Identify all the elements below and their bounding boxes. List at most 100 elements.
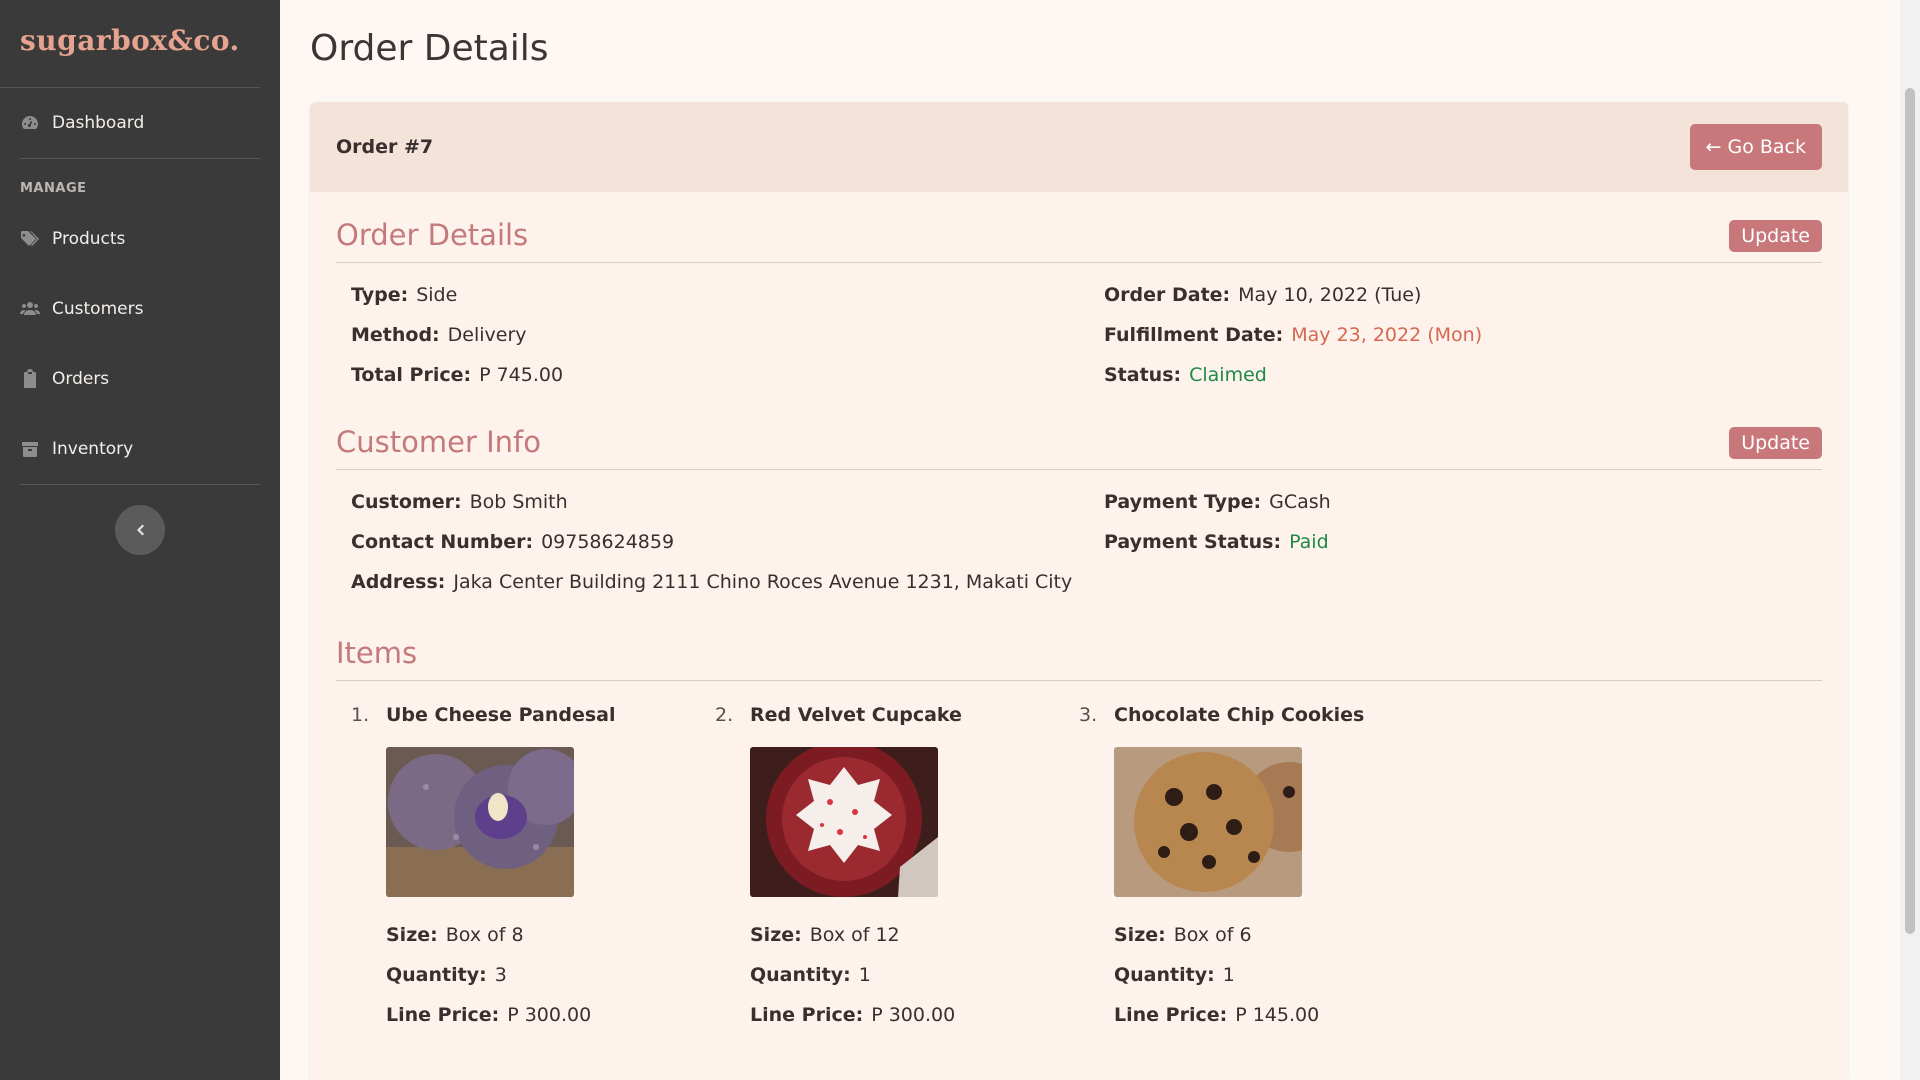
item-quantity: Quantity: 1 bbox=[750, 955, 1079, 995]
sidebar-item-orders[interactable]: Orders bbox=[0, 344, 280, 414]
collapse-wrap bbox=[0, 485, 280, 555]
section-header: Customer Info Update bbox=[336, 425, 1822, 470]
sidebar-item-label: Inventory bbox=[52, 439, 134, 459]
field-label: Size: bbox=[750, 924, 802, 946]
items-section: Items 1. Ube Cheese Pandesal Size: Box o… bbox=[310, 602, 1848, 1035]
item-name: Ube Cheese Pandesal bbox=[386, 704, 616, 726]
item-index: 3. bbox=[1079, 704, 1098, 726]
field-label: Size: bbox=[1114, 924, 1166, 946]
box-icon bbox=[20, 439, 40, 459]
field-value: P 745.00 bbox=[479, 364, 564, 386]
field-label: Order Date: bbox=[1104, 284, 1231, 306]
customer-info-section: Customer Info Update Customer: Bob Smith … bbox=[310, 395, 1848, 602]
field-value: P 300.00 bbox=[871, 1004, 956, 1026]
field-value: Bob Smith bbox=[469, 491, 568, 513]
item-line-price: Line Price: P 145.00 bbox=[1114, 995, 1443, 1035]
item-details: Size: Box of 8 Quantity: 3 Line Price: P 30… bbox=[351, 915, 715, 1035]
customer-field: Customer: Bob Smith bbox=[351, 482, 1104, 522]
order-card: Order #7 ← Go Back Order Details Update … bbox=[310, 102, 1848, 1080]
main-content: Order Details Order #7 ← Go Back Order D… bbox=[280, 0, 1900, 1080]
item-index: 2. bbox=[715, 704, 734, 726]
field-value: GCash bbox=[1269, 491, 1331, 513]
update-customer-button[interactable]: Update bbox=[1729, 427, 1822, 459]
gauge-icon bbox=[20, 113, 40, 133]
items-list: 1. Ube Cheese Pandesal Size: Box of 8 Qu… bbox=[336, 681, 1822, 1035]
order-number: Order #7 bbox=[336, 136, 434, 158]
field-value: Jaka Center Building 2111 Chino Roces Av… bbox=[453, 571, 1073, 593]
item-size: Size: Box of 8 bbox=[386, 915, 715, 955]
collapse-sidebar-button[interactable] bbox=[115, 505, 165, 555]
order-date-field: Order Date: May 10, 2022 (Tue) bbox=[1104, 275, 1807, 315]
vertical-scrollbar[interactable] bbox=[1900, 0, 1920, 1080]
field-value: May 23, 2022 (Mon) bbox=[1291, 324, 1483, 346]
product-image bbox=[1114, 747, 1302, 897]
payment-type-field: Payment Type: GCash bbox=[1104, 482, 1807, 522]
sidebar-item-label: Orders bbox=[52, 369, 110, 389]
status-badge: Paid bbox=[1289, 531, 1329, 553]
field-label: Contact Number: bbox=[351, 531, 534, 553]
section-title: Order Details bbox=[336, 218, 529, 252]
item-title: 1. Ube Cheese Pandesal bbox=[351, 697, 715, 733]
order-details-section: Order Details Update Type: Side Order Dat… bbox=[310, 192, 1848, 395]
go-back-button[interactable]: ← Go Back bbox=[1689, 124, 1822, 170]
page-title: Order Details bbox=[310, 28, 549, 69]
field-label: Status: bbox=[1104, 364, 1182, 386]
chevron-left-icon bbox=[137, 524, 144, 536]
item-name: Red Velvet Cupcake bbox=[750, 704, 962, 726]
sidebar-item-label: Dashboard bbox=[52, 113, 145, 133]
sidebar-item-customers[interactable]: Customers bbox=[0, 274, 280, 344]
item-name: Chocolate Chip Cookies bbox=[1114, 704, 1365, 726]
item-index: 1. bbox=[351, 704, 370, 726]
field-value: 1 bbox=[1222, 964, 1235, 986]
contact-number-field: Contact Number: 09758624859 bbox=[351, 522, 1104, 562]
field-value: Box of 8 bbox=[445, 924, 524, 946]
field-label: Payment Type: bbox=[1104, 491, 1262, 513]
field-label: Payment Status: bbox=[1104, 531, 1282, 553]
field-value: 09758624859 bbox=[541, 531, 675, 553]
item-size: Size: Box of 12 bbox=[750, 915, 1079, 955]
section-header: Items bbox=[336, 636, 1822, 681]
sidebar-item-products[interactable]: Products bbox=[0, 204, 280, 274]
item-quantity: Quantity: 1 bbox=[1114, 955, 1443, 995]
list-item: 3. Chocolate Chip Cookies Size: Box of 6… bbox=[1079, 697, 1443, 1035]
product-image bbox=[750, 747, 938, 897]
field-label: Address: bbox=[351, 571, 446, 593]
sidebar-item-inventory[interactable]: Inventory bbox=[0, 414, 280, 484]
section-title: Items bbox=[336, 636, 418, 670]
field-label: Line Price: bbox=[1114, 1004, 1228, 1026]
customer-info-grid: Customer: Bob Smith Payment Type: GCash Co… bbox=[336, 470, 1822, 602]
method-field: Method: Delivery bbox=[351, 315, 1104, 355]
field-label: Total Price: bbox=[351, 364, 472, 386]
address-field: Address: Jaka Center Building 2111 Chino … bbox=[351, 562, 1807, 602]
list-item: 1. Ube Cheese Pandesal Size: Box of 8 Qu… bbox=[351, 697, 715, 1035]
field-label: Method: bbox=[351, 324, 440, 346]
card-header: Order #7 ← Go Back bbox=[310, 102, 1848, 192]
field-value: P 145.00 bbox=[1235, 1004, 1320, 1026]
field-label: Quantity: bbox=[750, 964, 851, 986]
total-price-field: Total Price: P 745.00 bbox=[351, 355, 1104, 395]
field-label: Quantity: bbox=[386, 964, 487, 986]
section-title: Customer Info bbox=[336, 425, 541, 459]
field-value: Box of 12 bbox=[809, 924, 900, 946]
item-details: Size: Box of 12 Quantity: 1 Line Price: P 3… bbox=[715, 915, 1079, 1035]
field-value: 3 bbox=[494, 964, 507, 986]
field-label: Line Price: bbox=[750, 1004, 864, 1026]
section-heading-manage: MANAGE bbox=[20, 181, 87, 196]
field-label: Fulfillment Date: bbox=[1104, 324, 1284, 346]
scrollbar-thumb[interactable] bbox=[1905, 88, 1915, 934]
fulfillment-date-field: Fulfillment Date: May 23, 2022 (Mon) bbox=[1104, 315, 1807, 355]
field-label: Customer: bbox=[351, 491, 462, 513]
tags-icon bbox=[20, 229, 40, 249]
payment-status-field: Payment Status: Paid bbox=[1104, 522, 1807, 562]
field-value: May 10, 2022 (Tue) bbox=[1238, 284, 1422, 306]
field-value: 1 bbox=[858, 964, 871, 986]
item-size: Size: Box of 6 bbox=[1114, 915, 1443, 955]
sidebar-item-dashboard[interactable]: Dashboard bbox=[0, 88, 280, 158]
type-field: Type: Side bbox=[351, 275, 1104, 315]
product-image bbox=[386, 747, 574, 897]
field-label: Quantity: bbox=[1114, 964, 1215, 986]
brand-logo[interactable]: sugarbox&co. bbox=[0, 0, 260, 88]
update-order-button[interactable]: Update bbox=[1729, 220, 1822, 252]
status-badge: Claimed bbox=[1189, 364, 1267, 386]
field-label: Line Price: bbox=[386, 1004, 500, 1026]
